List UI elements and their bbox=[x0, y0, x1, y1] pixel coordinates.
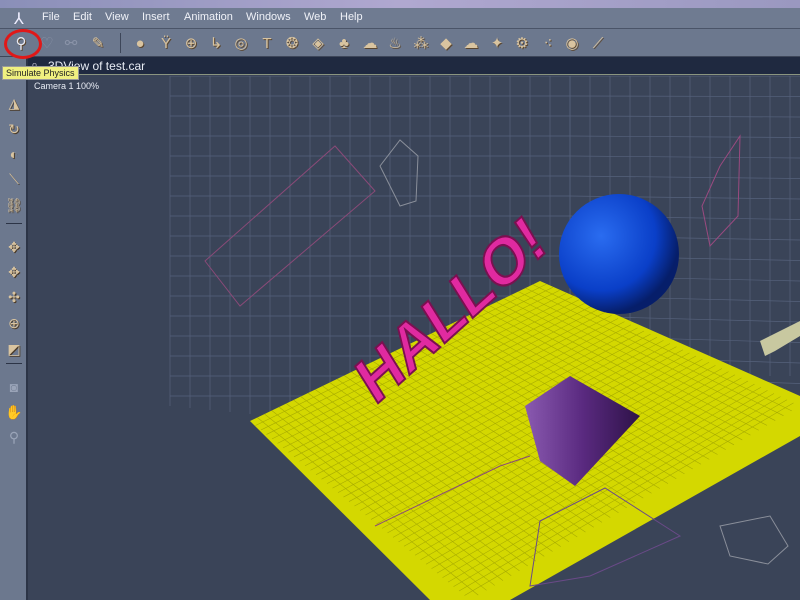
left-toolbar: ◮ ↻ ◐ ⟍ ⛓ ✥ ✥ ✣ ⊕ ◩ ◙ ✋ ⚲ bbox=[0, 57, 28, 600]
text-icon[interactable]: T bbox=[256, 32, 278, 54]
physics-disabled-icon[interactable]: ♡ bbox=[36, 32, 58, 54]
menu-file[interactable]: File bbox=[42, 11, 60, 23]
app-logo-icon[interactable]: ⅄ bbox=[14, 9, 24, 29]
terrain-icon[interactable]: ◈ bbox=[307, 32, 329, 54]
camera-label: Camera 1 100% bbox=[34, 81, 100, 91]
fire-icon[interactable]: ♨ bbox=[384, 32, 406, 54]
menu-edit[interactable]: Edit bbox=[73, 11, 92, 23]
move-xy-icon[interactable]: ✥ bbox=[4, 237, 24, 257]
render-icon[interactable]: ✎ bbox=[87, 32, 109, 54]
menu-animation[interactable]: Animation bbox=[184, 11, 233, 23]
simulate-physics-icon[interactable]: ⚲ bbox=[10, 32, 32, 54]
goblet-icon[interactable]: Ϋ bbox=[155, 32, 177, 54]
window-title-bar[interactable]: o 3DView of test.car bbox=[28, 57, 800, 75]
twist-icon[interactable]: ◐ bbox=[4, 144, 24, 164]
smoke-icon[interactable]: ☁ bbox=[359, 32, 381, 54]
menu-web[interactable]: Web bbox=[304, 11, 326, 23]
paint-icon[interactable]: ⟍ bbox=[4, 169, 24, 189]
rotate-icon[interactable]: ↻ bbox=[4, 119, 24, 139]
arrow-object bbox=[760, 321, 800, 356]
stones-icon[interactable]: ⁂ bbox=[410, 32, 432, 54]
toolbar-divider bbox=[120, 33, 121, 53]
os-title-strip bbox=[0, 0, 800, 8]
skeleton-icon[interactable]: ⁖ bbox=[537, 32, 559, 54]
move-xz-icon[interactable]: ✥ bbox=[4, 262, 24, 282]
menu-help[interactable]: Help bbox=[340, 11, 363, 23]
pan-hand-icon[interactable]: ✋ bbox=[4, 402, 24, 422]
menu-windows[interactable]: Windows bbox=[246, 11, 291, 23]
toolbar: ⚲ ♡ ⚯ ✎ ● Ϋ ⊕ ↳ ◎ T ❂ ◈ ♣ ☁ ♨ ⁂ ◆ ☁ ✦ ⚙ … bbox=[0, 29, 800, 57]
menu-view[interactable]: View bbox=[105, 11, 129, 23]
move-icon[interactable]: ◮ bbox=[4, 93, 24, 113]
light-icon[interactable]: ✦ bbox=[486, 32, 508, 54]
target-icon[interactable]: ◉ bbox=[561, 32, 583, 54]
landscape-icon[interactable]: ◆ bbox=[435, 32, 457, 54]
tooltip: Simulate Physics bbox=[2, 66, 79, 80]
camera-icon[interactable]: ⚙ bbox=[511, 32, 533, 54]
sphere-icon[interactable]: ● bbox=[129, 32, 151, 54]
box-icon[interactable]: ◩ bbox=[4, 339, 24, 359]
pipe-icon[interactable]: ↳ bbox=[205, 32, 227, 54]
cloud-icon[interactable]: ☁ bbox=[460, 32, 482, 54]
wireframe-object bbox=[701, 134, 741, 248]
rotate-trackball-icon[interactable]: ⊕ bbox=[4, 313, 24, 333]
menu-bar: ⅄ File Edit View Insert Animation Window… bbox=[0, 8, 800, 29]
tree-icon[interactable]: ♣ bbox=[333, 32, 355, 54]
torus-icon[interactable]: ◎ bbox=[230, 32, 252, 54]
bone-icon[interactable]: ⟋ bbox=[587, 32, 609, 54]
particles-icon[interactable]: ❂ bbox=[281, 32, 303, 54]
scene: HALLO! bbox=[169, 76, 800, 600]
physics-disabled-2-icon[interactable]: ⚯ bbox=[60, 32, 82, 54]
3d-viewport[interactable]: Camera 1 100% HALLO! bbox=[30, 76, 800, 600]
zoom-icon[interactable]: ⚲ bbox=[4, 427, 24, 447]
menu-insert[interactable]: Insert bbox=[142, 11, 170, 23]
globe-icon[interactable]: ⊕ bbox=[180, 32, 202, 54]
move-yz-icon[interactable]: ✣ bbox=[4, 287, 24, 307]
toolbar-divider bbox=[6, 223, 22, 224]
toolbar-divider bbox=[6, 363, 22, 364]
sphere-object bbox=[559, 194, 679, 314]
wireframe-object bbox=[719, 515, 789, 565]
link-icon[interactable]: ⛓ bbox=[4, 195, 24, 215]
camera-icon[interactable]: ◙ bbox=[4, 377, 24, 397]
